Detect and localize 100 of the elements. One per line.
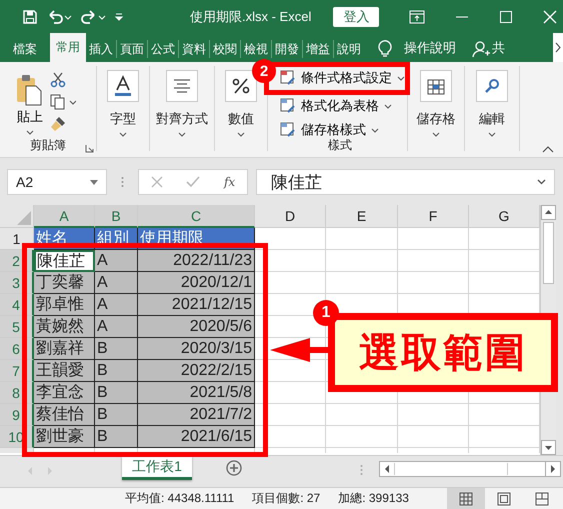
table-cell: 2021/12/15: [138, 294, 255, 316]
clipboard-icon: [16, 74, 44, 106]
normal-view-button[interactable]: [446, 488, 485, 509]
ribbon-tab[interactable]: 頁面: [117, 38, 147, 60]
ribbon-tab[interactable]: 常用: [50, 33, 86, 62]
ribbon-tab[interactable]: 資料: [179, 38, 209, 60]
ribbon-tab[interactable]: 公式: [148, 38, 178, 60]
sheet-tab[interactable]: 工作表1: [122, 456, 192, 480]
collapse-ribbon-icon[interactable]: [542, 146, 554, 153]
scroll-thumb[interactable]: [394, 463, 508, 475]
dialog-launcher-icon[interactable]: [85, 144, 94, 153]
tell-me-field[interactable]: 操作說明: [398, 34, 462, 60]
scroll-up-icon[interactable]: [541, 205, 556, 220]
ribbon-tab[interactable]: 校閱: [210, 38, 240, 60]
percent-icon: [232, 78, 250, 94]
table-cell: 2022/11/23: [138, 250, 255, 272]
column-header[interactable]: G: [469, 205, 540, 228]
caret-icon: [371, 128, 379, 132]
table-cell: 丁奕馨: [34, 272, 95, 294]
table-cell: B: [95, 382, 138, 404]
expand-icon[interactable]: [537, 179, 546, 185]
table-cell: 李宜念: [34, 382, 95, 404]
table-cell: 郭卓惟: [34, 294, 95, 316]
alignment-label[interactable]: 對齊方式: [156, 110, 208, 128]
styles-menu-button[interactable]: 條件式格式設定: [280, 67, 407, 89]
name-box[interactable]: A2: [7, 169, 107, 195]
scroll-down-icon[interactable]: [541, 440, 556, 455]
caret-icon[interactable]: [178, 132, 186, 137]
scroll-right-icon[interactable]: [553, 33, 563, 62]
ribbon-tab[interactable]: 增益: [303, 38, 333, 60]
insert-function-button[interactable]: fx: [224, 175, 236, 189]
table-cell: 劉世豪: [34, 426, 95, 448]
column-header[interactable]: D: [255, 205, 326, 228]
paste-button[interactable]: 貼上: [16, 66, 44, 126]
add-sheet-icon[interactable]: [226, 460, 242, 476]
customize-icon[interactable]: [114, 12, 124, 22]
empty-cell: [326, 404, 398, 426]
brush-icon[interactable]: [50, 116, 66, 132]
checkmark-icon[interactable]: [186, 176, 200, 188]
share-label[interactable]: 共: [492, 34, 505, 60]
page-break-icon: [534, 492, 549, 506]
editing-button[interactable]: [476, 70, 508, 102]
table-cell: 王韻愛: [34, 360, 95, 382]
scroll-thumb[interactable]: [543, 222, 554, 284]
column-header[interactable]: B: [95, 205, 138, 228]
table-style-icon: [280, 122, 296, 138]
column-header[interactable]: A: [34, 205, 95, 228]
caret-icon[interactable]: [119, 132, 127, 137]
number-label[interactable]: 數值: [228, 110, 254, 128]
caret-icon: [384, 104, 392, 108]
table-cell: 蔡佳怡: [34, 404, 95, 426]
cells-label[interactable]: 儲存格: [416, 110, 456, 128]
scissors-icon[interactable]: [50, 72, 66, 88]
caret-icon[interactable]: [432, 132, 440, 137]
ribbon-tab[interactable]: 插入: [86, 38, 116, 60]
sum-readout: 加總: 399133: [338, 490, 409, 507]
caret-icon: [397, 76, 405, 80]
sign-in-button[interactable]: 登入: [333, 6, 380, 26]
maximize-icon[interactable]: [499, 10, 514, 24]
column-header[interactable]: E: [326, 205, 398, 228]
font-button[interactable]: [107, 70, 139, 102]
table-cell: 2022/2/15: [138, 360, 255, 382]
ribbon-display-icon[interactable]: [409, 10, 426, 24]
caret-icon[interactable]: [26, 130, 34, 135]
font-label[interactable]: 字型: [110, 110, 136, 128]
close-icon[interactable]: [543, 10, 558, 24]
caret-icon[interactable]: [488, 132, 496, 137]
table-cell: B: [95, 360, 138, 382]
dropdown-icon[interactable]: [90, 180, 98, 184]
editing-label[interactable]: 編輯: [479, 110, 505, 128]
table-cell: 陳佳芷: [34, 250, 95, 272]
column-header[interactable]: C: [138, 205, 255, 228]
empty-cell: [326, 228, 398, 250]
alignment-button[interactable]: [166, 70, 198, 102]
redo-icon[interactable]: [80, 8, 106, 24]
table-style-icon: [280, 70, 296, 86]
table-cell: A: [95, 294, 138, 316]
ribbon-tab[interactable]: 說明: [334, 38, 364, 60]
lightbulb-icon: [378, 40, 392, 58]
ribbon-tab[interactable]: 檢視: [241, 38, 271, 60]
table-cell: A: [95, 316, 138, 338]
formula-field[interactable]: 陳佳芷: [256, 169, 555, 195]
number-button[interactable]: [225, 70, 257, 102]
copy-icon[interactable]: [50, 94, 76, 110]
row-header[interactable]: 1: [0, 228, 34, 250]
cells-button[interactable]: [420, 70, 452, 102]
styles-menu-button[interactable]: 格式化為表格: [280, 95, 407, 117]
ribbon-tab[interactable]: 開發: [272, 38, 302, 60]
ribbon-tab[interactable]: 檔案: [10, 38, 40, 60]
save-icon[interactable]: [22, 8, 38, 24]
table-cell: 劉嘉祥: [34, 338, 95, 360]
window-title: 使用期限.xlsx - Excel: [190, 8, 312, 26]
column-header[interactable]: F: [398, 205, 469, 228]
table-cell: B: [95, 338, 138, 360]
table-cell: 2020/12/1: [138, 272, 255, 294]
person-icon[interactable]: [472, 40, 490, 58]
table-cell: 2020/5/6: [138, 316, 255, 338]
empty-cell: [398, 404, 469, 426]
caret-icon[interactable]: [237, 132, 245, 137]
horizontal-scrollbar[interactable]: [379, 461, 561, 477]
